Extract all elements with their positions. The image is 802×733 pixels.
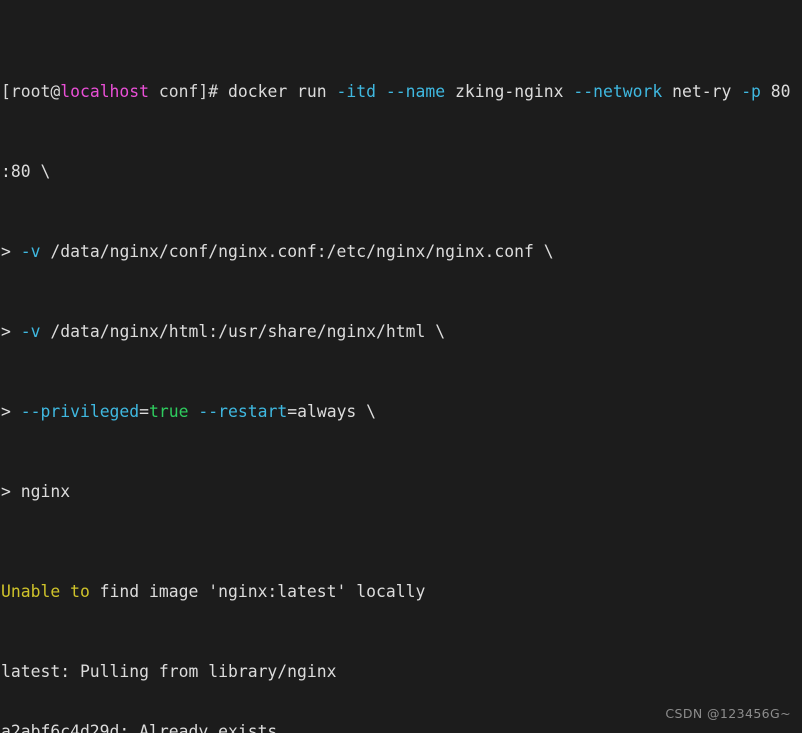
terminal-window[interactable]: [root@localhost conf]# docker run -itd -… xyxy=(0,0,802,733)
value-network: net-ry xyxy=(662,82,742,101)
output-pulling: latest: Pulling from library/nginx xyxy=(1,662,337,681)
terminal-screen: [root@localhost conf]# docker run -itd -… xyxy=(1,2,802,733)
flag-volume: -v xyxy=(20,322,41,341)
csdn-watermark: CSDN @123456G~ xyxy=(665,706,791,721)
prompt-hostname: localhost xyxy=(60,82,150,101)
terminal-line: Unable to find image 'nginx:latest' loca… xyxy=(1,582,802,602)
volume-path: /data/nginx/conf/nginx.conf:/etc/nginx/n… xyxy=(40,242,554,261)
flag-name: --name xyxy=(385,82,446,101)
flag-publish: -p xyxy=(741,82,761,101)
value-true: true xyxy=(149,402,189,421)
volume-path: /data/nginx/html:/usr/share/nginx/html \ xyxy=(40,322,446,341)
command-wrap: :80 \ xyxy=(1,162,51,181)
layer-status: a2abf6c4d29d: Already exists xyxy=(1,722,278,733)
terminal-line: > nginx xyxy=(1,482,802,502)
flag-volume: -v xyxy=(20,242,41,261)
terminal-line: [root@localhost conf]# docker run -itd -… xyxy=(1,82,802,102)
terminal-line: a2abf6c4d29d: Already exists xyxy=(1,722,802,733)
equals-sign: = xyxy=(139,402,150,421)
terminal-line: > -v /data/nginx/html:/usr/share/nginx/h… xyxy=(1,322,802,342)
flag-network: --network xyxy=(573,82,663,101)
warning-rest: find image 'nginx:latest' locally xyxy=(89,582,426,601)
flag-itd: -itd xyxy=(336,82,377,101)
value-name: zking-nginx xyxy=(445,82,574,101)
continuation-prompt: > xyxy=(1,482,21,501)
continuation-prompt: > xyxy=(1,242,21,261)
terminal-line: > --privileged=true --restart=always \ xyxy=(1,402,802,422)
value-publish: 80 xyxy=(760,82,791,101)
flag-privileged: --privileged xyxy=(20,402,140,421)
continuation-prompt: > xyxy=(1,402,21,421)
image-name: nginx xyxy=(20,482,71,501)
equals-sign: = xyxy=(287,402,298,421)
warning-text: Unable to xyxy=(1,582,90,601)
command-text: docker run xyxy=(227,82,337,101)
prompt-open: [root@ xyxy=(1,82,61,101)
value-always: always \ xyxy=(297,402,377,421)
continuation-prompt: > xyxy=(1,322,21,341)
terminal-line: :80 \ xyxy=(1,162,802,182)
flag-restart: --restart xyxy=(198,402,288,421)
terminal-line: > -v /data/nginx/conf/nginx.conf:/etc/ng… xyxy=(1,242,802,262)
terminal-line: latest: Pulling from library/nginx xyxy=(1,662,802,682)
prompt-close: conf]# xyxy=(149,82,228,101)
